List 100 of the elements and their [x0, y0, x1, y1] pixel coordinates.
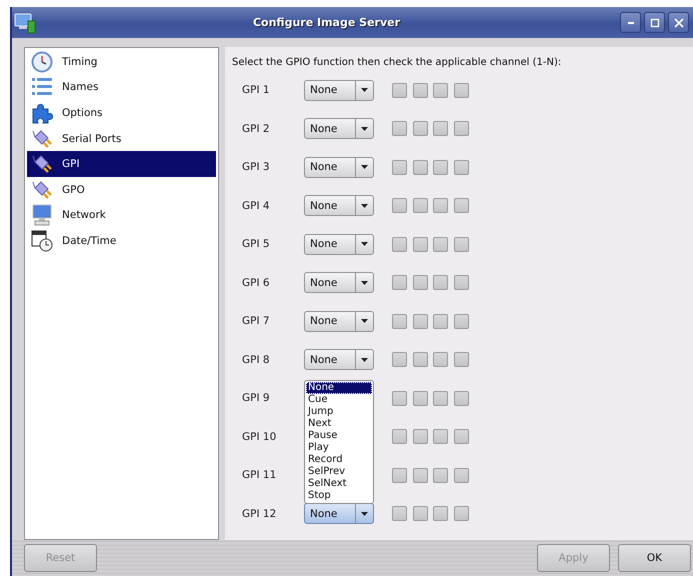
gpi-label: GPI 3	[242, 161, 271, 174]
channel-checkbox[interactable]	[392, 198, 407, 214]
channel-checkbox[interactable]	[433, 275, 448, 290]
channel-checkbox[interactable]	[454, 160, 468, 175]
calendar-clock-icon	[31, 230, 53, 252]
function-dropdown[interactable]: None	[304, 195, 374, 216]
minimize-button[interactable]	[620, 12, 641, 33]
sidebar-item[interactable]: Timing	[27, 49, 216, 75]
close-button[interactable]	[668, 12, 689, 33]
dropdown-option[interactable]: None	[306, 382, 372, 394]
dropdown-arrow-icon	[361, 319, 368, 324]
channel-checkbox[interactable]	[454, 390, 468, 406]
dropdown-option[interactable]: SelPrev	[306, 466, 372, 478]
function-dropdown[interactable]: None	[304, 80, 374, 101]
sidebar-item[interactable]: Date/Time	[27, 228, 216, 254]
channel-checkbox[interactable]	[412, 429, 428, 444]
channel-checkbox[interactable]	[433, 121, 448, 136]
channel-checkbox[interactable]	[412, 275, 428, 290]
channel-checkbox[interactable]	[392, 352, 407, 368]
channel-checkbox[interactable]	[433, 429, 448, 444]
channel-checkbox[interactable]	[392, 468, 407, 483]
channel-checkbox[interactable]	[392, 506, 407, 522]
gpi-label: GPI 11	[242, 469, 278, 482]
channel-checkbox[interactable]	[433, 390, 448, 406]
function-dropdown[interactable]: None	[304, 272, 374, 294]
channel-checkbox[interactable]	[454, 121, 468, 136]
channel-checkbox[interactable]	[412, 236, 428, 252]
function-dropdown[interactable]: None	[304, 234, 374, 255]
channel-checkbox[interactable]	[412, 121, 428, 136]
function-dropdown[interactable]: None	[304, 503, 374, 524]
dropdown-option[interactable]: Record	[306, 454, 372, 466]
channel-checkbox[interactable]	[433, 82, 448, 98]
sidebar-item[interactable]: GPO	[27, 176, 216, 203]
sidebar-item[interactable]: Serial Ports	[27, 126, 216, 152]
channel-checkbox[interactable]	[392, 82, 407, 98]
dropdown-arrow-icon	[361, 512, 368, 516]
channel-checkbox[interactable]	[433, 352, 448, 368]
channel-checkbox[interactable]	[392, 314, 407, 329]
channel-checkbox[interactable]	[454, 468, 468, 483]
sidebar-item[interactable]: GPI	[27, 151, 216, 177]
channel-checkbox[interactable]	[392, 390, 407, 406]
dropdown-option[interactable]: SelNext	[306, 478, 372, 490]
channel-checkbox[interactable]	[412, 506, 428, 522]
maximize-button[interactable]	[644, 12, 665, 33]
channel-checkbox[interactable]	[433, 468, 448, 483]
sidebar-item[interactable]: Options	[27, 100, 216, 126]
dropdown-arrow-icon	[361, 242, 368, 246]
channel-checkbox[interactable]	[454, 352, 468, 368]
channel-checkbox[interactable]	[412, 314, 428, 329]
gpi-label: GPI 10	[242, 430, 278, 443]
channel-checkbox[interactable]	[392, 121, 407, 136]
channel-checkbox[interactable]	[412, 352, 428, 368]
function-dropdown[interactable]: None	[304, 118, 374, 140]
channel-checkbox[interactable]	[433, 160, 448, 175]
dropdown-arrow-icon	[361, 88, 368, 92]
dropdown-arrow-icon	[361, 204, 368, 208]
plug-icon	[31, 128, 53, 150]
channel-checkbox[interactable]	[392, 275, 407, 290]
channel-checkbox[interactable]	[454, 275, 468, 290]
channel-checkbox[interactable]	[412, 82, 428, 98]
channel-checkbox[interactable]	[412, 390, 428, 406]
channel-checkbox[interactable]	[412, 160, 428, 175]
sidebar-item[interactable]: Names	[27, 74, 216, 100]
channel-checkbox[interactable]	[454, 429, 468, 444]
channel-checkbox[interactable]	[412, 468, 428, 483]
dropdown-option[interactable]: Play	[306, 442, 372, 454]
dialog-button[interactable]: OK	[618, 544, 691, 572]
channel-checkbox[interactable]	[433, 236, 448, 252]
channel-checkbox[interactable]	[433, 506, 448, 522]
function-dropdown[interactable]: None	[304, 156, 374, 178]
gpi-label: GPI 8	[242, 354, 271, 366]
computer-icon	[14, 12, 36, 34]
channel-checkbox[interactable]	[454, 314, 468, 329]
instruction-text: Select the GPIO function then check the applicable channel (1-N):	[232, 57, 562, 68]
clock-icon	[31, 50, 53, 73]
function-dropdown[interactable]: None	[304, 349, 374, 370]
channel-checkbox[interactable]	[412, 198, 428, 214]
function-dropdown[interactable]: None	[304, 310, 374, 332]
dropdown-option[interactable]: Pause	[306, 430, 372, 442]
channel-checkbox[interactable]	[433, 198, 448, 214]
channel-checkbox[interactable]	[392, 236, 407, 252]
gpi-label: GPI 1	[242, 84, 271, 96]
channel-checkbox[interactable]	[454, 82, 468, 98]
sidebar-item[interactable]: Network	[27, 202, 216, 228]
dropdown-option[interactable]: Stop	[306, 490, 372, 502]
channel-checkbox[interactable]	[454, 198, 468, 214]
channel-checkbox[interactable]	[454, 506, 468, 522]
minimize-icon	[626, 22, 634, 24]
dropdown-option[interactable]: Next	[306, 418, 372, 430]
channel-checkbox[interactable]	[433, 314, 448, 329]
dropdown-arrow-icon	[361, 126, 368, 131]
channel-checkbox[interactable]	[454, 236, 468, 252]
channel-checkbox[interactable]	[392, 429, 407, 444]
puzzle-piece-icon	[31, 102, 53, 124]
close-icon	[672, 16, 684, 28]
dropdown-arrow-icon	[361, 280, 368, 285]
channel-checkbox[interactable]	[392, 160, 407, 175]
dropdown-option[interactable]: Jump	[306, 406, 372, 418]
gpi-label: GPI 12	[242, 508, 278, 520]
dropdown-option[interactable]: Cue	[306, 394, 372, 406]
